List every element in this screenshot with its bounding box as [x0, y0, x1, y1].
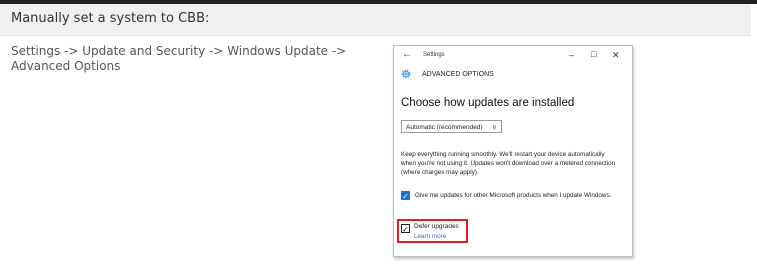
defer-upgrades-label: Defer upgrades [414, 223, 459, 230]
close-button[interactable]: ✕ [612, 49, 620, 61]
ms-updates-checkbox[interactable]: ✓ [401, 191, 410, 201]
settings-window: ← Settings – □ ✕ ADVANCED OPTIONS Choose… [393, 45, 633, 257]
chevron-down-icon: ∨ [491, 124, 497, 131]
maximize-button[interactable]: □ [591, 48, 596, 60]
install-mode-dropdown[interactable]: Automatic (recommended) ∨ [401, 120, 502, 133]
section-title: Manually set a system to CBB: [11, 11, 210, 26]
instruction-path: Settings -> Update and Security -> Windo… [11, 44, 347, 73]
minimize-button[interactable]: – [569, 49, 574, 61]
defer-upgrades-checkbox[interactable]: ✓ [401, 224, 410, 234]
window-title: Settings [423, 52, 445, 58]
install-description: Keep everything running smoothly. We'll … [401, 151, 616, 176]
back-arrow-icon[interactable]: ← [402, 49, 412, 60]
learn-more-link[interactable]: Learn more [414, 233, 446, 240]
page-heading: ADVANCED OPTIONS [422, 71, 494, 78]
gear-icon [401, 69, 411, 79]
title-bar: ← Settings – □ ✕ [394, 46, 632, 66]
install-subheading: Choose how updates are installed [401, 97, 575, 109]
dropdown-value: Automatic (recommended) [406, 124, 483, 131]
section-header: Manually set a system to CBB: [0, 4, 751, 36]
ms-updates-label: Give me updates for other Microsoft prod… [415, 192, 612, 199]
